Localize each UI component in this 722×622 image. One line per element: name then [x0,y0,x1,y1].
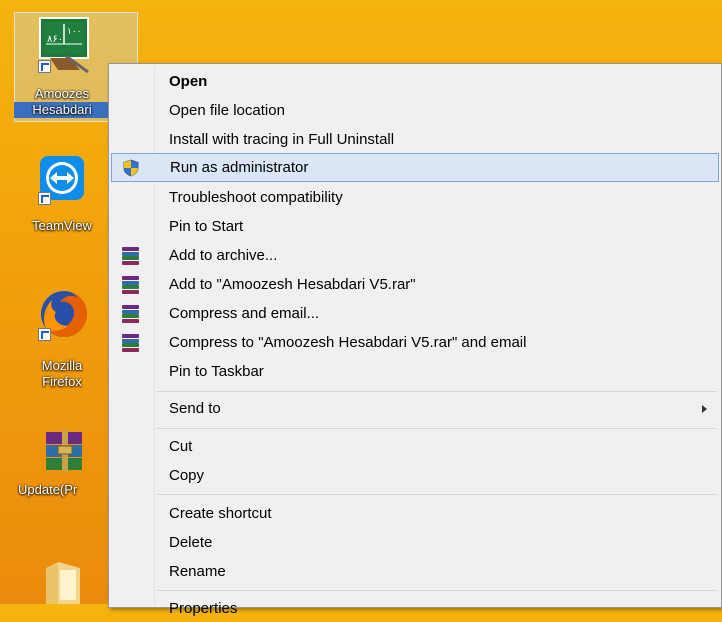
menu-item-label: Pin to Start [169,218,244,235]
menu-item-label: Open file location [169,102,285,119]
menu-item-label: Troubleshoot compatibility [169,189,343,206]
menu-item-cut[interactable]: Cut [111,433,719,460]
menu-item-install-tracing[interactable]: Install with tracing in Full Uninstall [111,126,719,153]
menu-item-pin-to-start[interactable]: Pin to Start [111,213,719,240]
icon-label-2: Firefox [42,374,82,389]
menu-item-compress-email[interactable]: Compress and email... [111,300,719,327]
menu-item-open-file-location[interactable]: Open file location [111,97,719,124]
menu-item-label: Pin to Taskbar [169,363,264,380]
winrar-icon [122,247,139,265]
menu-separator [157,590,717,591]
menu-item-troubleshoot[interactable]: Troubleshoot compatibility [111,184,719,211]
icon-label: TeamView [32,218,92,233]
menu-separator [157,494,717,495]
winrar-icon [122,305,139,323]
submenu-arrow-icon [702,405,707,413]
icon-label: Update(Pr [18,482,78,497]
menu-item-label: Run as administrator [170,159,309,176]
menu-item-properties[interactable]: Properties [111,595,719,622]
context-menu: Open Open file location Install with tra… [108,63,722,617]
shortcut-arrow-icon [38,328,51,341]
menu-item-delete[interactable]: Delete [111,529,719,556]
menu-item-label: Send to [169,400,221,417]
menu-item-label: Rename [169,563,226,580]
menu-item-rename[interactable]: Rename [111,558,719,585]
winrar-icon [122,334,139,352]
menu-item-run-as-admin[interactable]: Run as administrator [111,153,719,182]
menu-item-label: Delete [169,534,213,551]
menu-item-label: Install with tracing in Full Uninstall [169,131,395,148]
menu-separator [157,428,717,429]
shortcut-arrow-icon [38,60,51,73]
menu-item-label: Copy [169,467,205,484]
menu-separator [157,391,717,392]
desktop-icon-update[interactable]: Update(Pr [14,424,110,514]
desktop-icon-folder[interactable] [14,556,110,604]
menu-item-label: Cut [169,438,193,455]
menu-item-pin-to-taskbar[interactable]: Pin to Taskbar [111,358,719,385]
menu-item-label: Open [169,73,208,90]
book-text-2: ۱۰۰ [67,27,82,37]
winrar-archive-icon [46,430,82,472]
menu-item-label: Properties [169,600,238,617]
uac-shield-icon [123,159,139,177]
menu-item-open[interactable]: Open [111,68,719,95]
menu-item-send-to[interactable]: Send to [111,395,719,422]
shortcut-arrow-icon [38,192,51,205]
desktop-icon-amoozesh[interactable]: ۸۶۰ ۱۰۰ Amoozes Hesabdari [14,14,110,124]
menu-item-label: Add to "Amoozesh Hesabdari V5.rar" [169,276,416,293]
menu-item-copy[interactable]: Copy [111,462,719,489]
menu-item-label: Add to archive... [169,247,278,264]
menu-item-add-to-archive[interactable]: Add to archive... [111,242,719,269]
icon-label: Mozilla [41,358,83,373]
menu-item-add-to-rar[interactable]: Add to "Amoozesh Hesabdari V5.rar" [111,271,719,298]
winrar-icon [122,276,139,294]
desktop-icon-firefox[interactable]: Mozilla Firefox [14,286,110,396]
menu-item-create-shortcut[interactable]: Create shortcut [111,500,719,527]
menu-item-compress-to-rar-email[interactable]: Compress to "Amoozesh Hesabdari V5.rar" … [111,329,719,356]
menu-item-label: Compress to "Amoozesh Hesabdari V5.rar" … [169,334,527,351]
icon-label: Amoozes [34,86,90,101]
book-text: ۸۶۰ [47,34,63,45]
menu-item-label: Create shortcut [169,505,272,522]
icon-label-2: Hesabdari [14,102,110,118]
folder-icon [46,562,80,604]
menu-item-label: Compress and email... [169,305,320,322]
desktop-icon-teamviewer[interactable]: TeamView [14,150,110,240]
